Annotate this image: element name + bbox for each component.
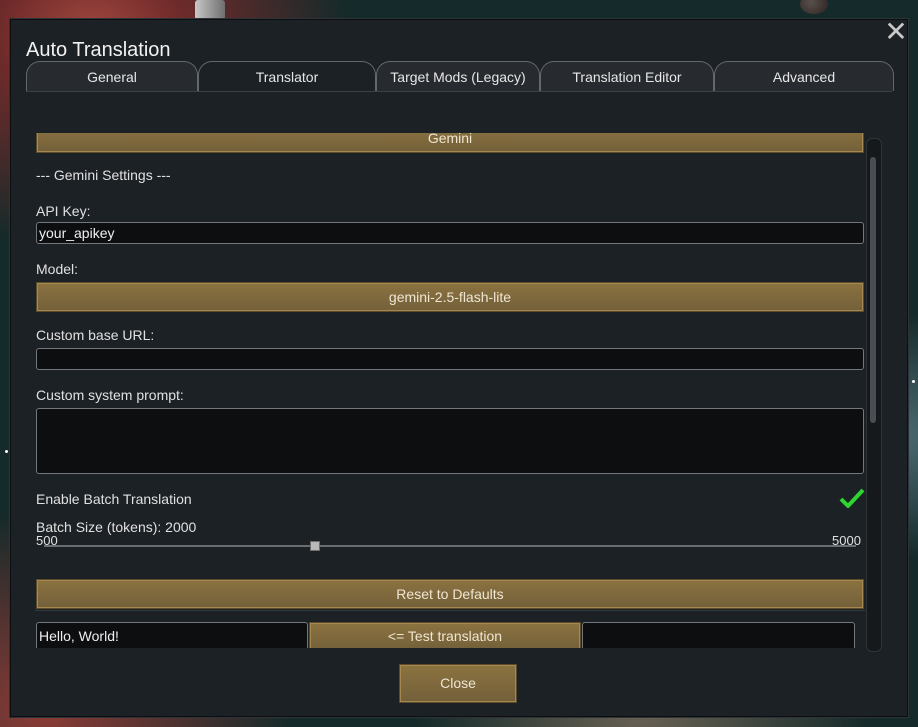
custom-base-url-label: Custom base URL: [36, 327, 155, 343]
tab-divider [26, 91, 892, 92]
tab-translation-editor[interactable]: Translation Editor [540, 61, 714, 91]
background-star [912, 380, 915, 383]
reset-defaults-button[interactable]: Reset to Defaults [36, 579, 864, 609]
api-key-input[interactable] [36, 222, 864, 244]
test-input[interactable] [36, 622, 308, 648]
background-star [5, 450, 8, 453]
custom-base-url-input[interactable] [36, 348, 864, 370]
tab-translator[interactable]: Translator [198, 61, 376, 92]
tab-bar: General Translator Target Mods (Legacy) … [26, 61, 894, 93]
model-label: Model: [36, 261, 79, 277]
enable-batch-label: Enable Batch Translation [36, 491, 192, 507]
model-select-button[interactable]: gemini-2.5-flash-lite [36, 282, 864, 312]
batch-size-slider-handle[interactable] [309, 541, 320, 551]
background-spaceship [195, 0, 225, 20]
provider-select-button[interactable]: Gemini [36, 133, 864, 153]
batch-size-label: Batch Size (tokens): 2000 [36, 519, 197, 535]
section-divider [35, 610, 865, 611]
api-key-label: API Key: [36, 203, 91, 219]
background-planet [800, 0, 828, 14]
test-output[interactable] [582, 622, 855, 648]
tab-advanced[interactable]: Advanced [714, 61, 894, 91]
translator-settings-panel: Gemini --- Gemini Settings --- API Key: … [35, 133, 865, 648]
scrollbar-thumb[interactable] [870, 157, 876, 423]
tab-general[interactable]: General [26, 61, 198, 91]
custom-system-prompt-label: Custom system prompt: [36, 387, 184, 403]
custom-system-prompt-textarea[interactable] [36, 408, 864, 474]
checkmark-icon[interactable] [839, 487, 865, 509]
batch-size-slider[interactable] [44, 545, 856, 547]
test-translation-button[interactable]: <= Test translation [309, 622, 581, 648]
close-icon[interactable]: ✕ [884, 18, 908, 46]
tab-target-mods-legacy[interactable]: Target Mods (Legacy) [376, 61, 540, 91]
dialog-title: Auto Translation [26, 39, 171, 61]
section-header: --- Gemini Settings --- [36, 167, 171, 183]
panel-scrollbar[interactable] [866, 138, 882, 652]
close-button[interactable]: Close [399, 664, 517, 703]
